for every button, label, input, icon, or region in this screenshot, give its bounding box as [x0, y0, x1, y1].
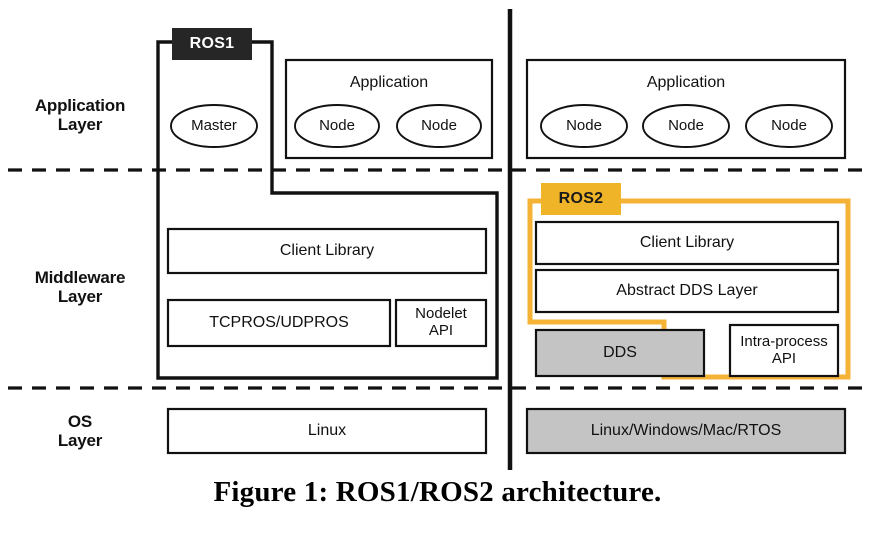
ros2-node-oval-3 [745, 104, 833, 148]
ros2-os-box [525, 407, 847, 455]
ros1-os-box [166, 407, 488, 455]
figure-root: Application Layer Middleware Layer OS La… [0, 0, 875, 534]
ros2-node-oval-2 [642, 104, 730, 148]
architecture-diagram [8, 9, 868, 470]
ros1-node-oval-1 [294, 104, 380, 148]
ros1-nodelet-api-box [394, 298, 488, 348]
ros2-client-library-box [534, 220, 840, 266]
ros2-dds-box [534, 328, 706, 378]
ros1-client-library-box [166, 227, 488, 275]
ros2-intra-process-api-box [728, 323, 840, 378]
ros1-transport-box [166, 298, 392, 348]
ros1-master-oval [170, 104, 258, 148]
ros1-tag-chip [172, 28, 252, 60]
ros1-node-oval-2 [396, 104, 482, 148]
figure-caption: Figure 1: ROS1/ROS2 architecture. [213, 476, 662, 508]
ros2-abstract-dds-box [534, 268, 840, 314]
ros2-tag-chip [541, 183, 621, 215]
ros2-node-oval-1 [540, 104, 628, 148]
